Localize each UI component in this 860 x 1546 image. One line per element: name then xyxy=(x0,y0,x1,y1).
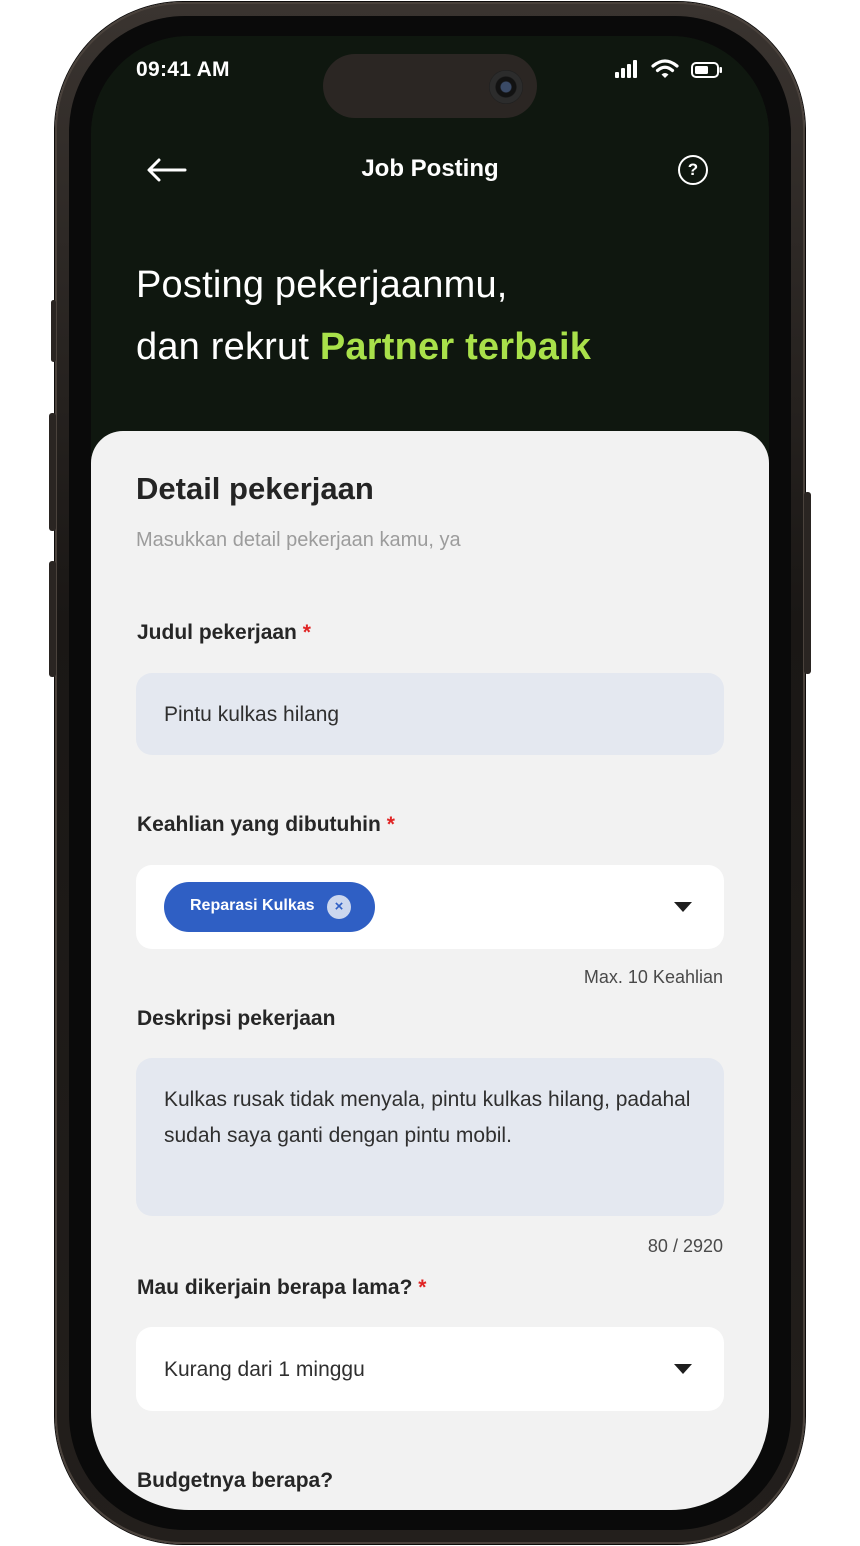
required-mark: * xyxy=(386,813,395,836)
skills-select[interactable]: Reparasi Kulkas × xyxy=(136,865,724,949)
job-title-input[interactable]: Pintu kulkas hilang xyxy=(136,673,724,755)
required-mark: * xyxy=(418,1276,427,1299)
chip-remove-icon[interactable]: × xyxy=(327,895,351,919)
duration-label: Mau dikerjain berapa lama? * xyxy=(137,1276,426,1300)
camera-icon xyxy=(489,70,523,104)
dropdown-caret-icon[interactable] xyxy=(674,1364,692,1374)
duration-select[interactable]: Kurang dari 1 minggu xyxy=(136,1327,724,1411)
budget-label: Budgetnya berapa? xyxy=(137,1469,333,1493)
job-title-label-text: Judul pekerjaan xyxy=(137,621,297,644)
hero-heading: Posting pekerjaanmu, dan rekrut Partner … xyxy=(136,254,591,378)
form-sheet: Detail pekerjaan Masukkan detail pekerja… xyxy=(91,431,769,1510)
hero-line-1: Posting pekerjaanmu, xyxy=(136,264,508,306)
skill-chip[interactable]: Reparasi Kulkas × xyxy=(164,882,375,932)
job-title-label: Judul pekerjaan * xyxy=(137,621,311,645)
description-counter: 80 / 2920 xyxy=(647,1236,723,1256)
battery-icon xyxy=(691,62,722,78)
duration-label-text: Mau dikerjain berapa lama? xyxy=(137,1276,413,1299)
skills-helper-text: Max. 10 Keahlian xyxy=(583,967,723,987)
help-icon[interactable]: ? xyxy=(678,155,708,185)
description-textarea[interactable]: Kulkas rusak tidak menyala, pintu kulkas… xyxy=(136,1058,724,1216)
signal-icon xyxy=(615,60,641,78)
skill-chip-label: Reparasi Kulkas xyxy=(190,897,315,914)
phone-power-button xyxy=(804,492,811,674)
form-title: Detail pekerjaan xyxy=(136,471,374,506)
page-title: Job Posting xyxy=(361,155,499,182)
budget-label-text: Budgetnya berapa? xyxy=(137,1469,334,1492)
required-mark: * xyxy=(302,621,311,644)
description-label-text: Deskripsi pekerjaan xyxy=(137,1007,336,1030)
description-value: Kulkas rusak tidak menyala, pintu kulkas… xyxy=(164,1088,691,1147)
phone-volume-up-button xyxy=(49,413,56,531)
skills-label-text: Keahlian yang dibutuhin xyxy=(137,813,381,836)
status-time: 09:41 AM xyxy=(136,58,230,81)
duration-value: Kurang dari 1 minggu xyxy=(164,1358,365,1381)
dropdown-caret-icon[interactable] xyxy=(674,902,692,912)
hero-accent-text: Partner terbaik xyxy=(319,326,592,368)
phone-volume-down-button xyxy=(49,561,56,677)
hero-line-2-prefix: dan rekrut xyxy=(136,326,320,368)
description-label: Deskripsi pekerjaan xyxy=(137,1007,335,1031)
job-title-value: Pintu kulkas hilang xyxy=(164,703,340,726)
wifi-icon xyxy=(651,59,679,78)
form-subtitle: Masukkan detail pekerjaan kamu, ya xyxy=(136,529,461,551)
hero-line-2: dan rekrut Partner terbaik xyxy=(136,316,591,378)
phone-action-button xyxy=(51,300,56,362)
status-icons xyxy=(615,56,727,86)
skills-label: Keahlian yang dibutuhin * xyxy=(137,813,395,837)
screen: 09:41 AM Job Posting ? Posting pekerjaan… xyxy=(91,36,769,1510)
